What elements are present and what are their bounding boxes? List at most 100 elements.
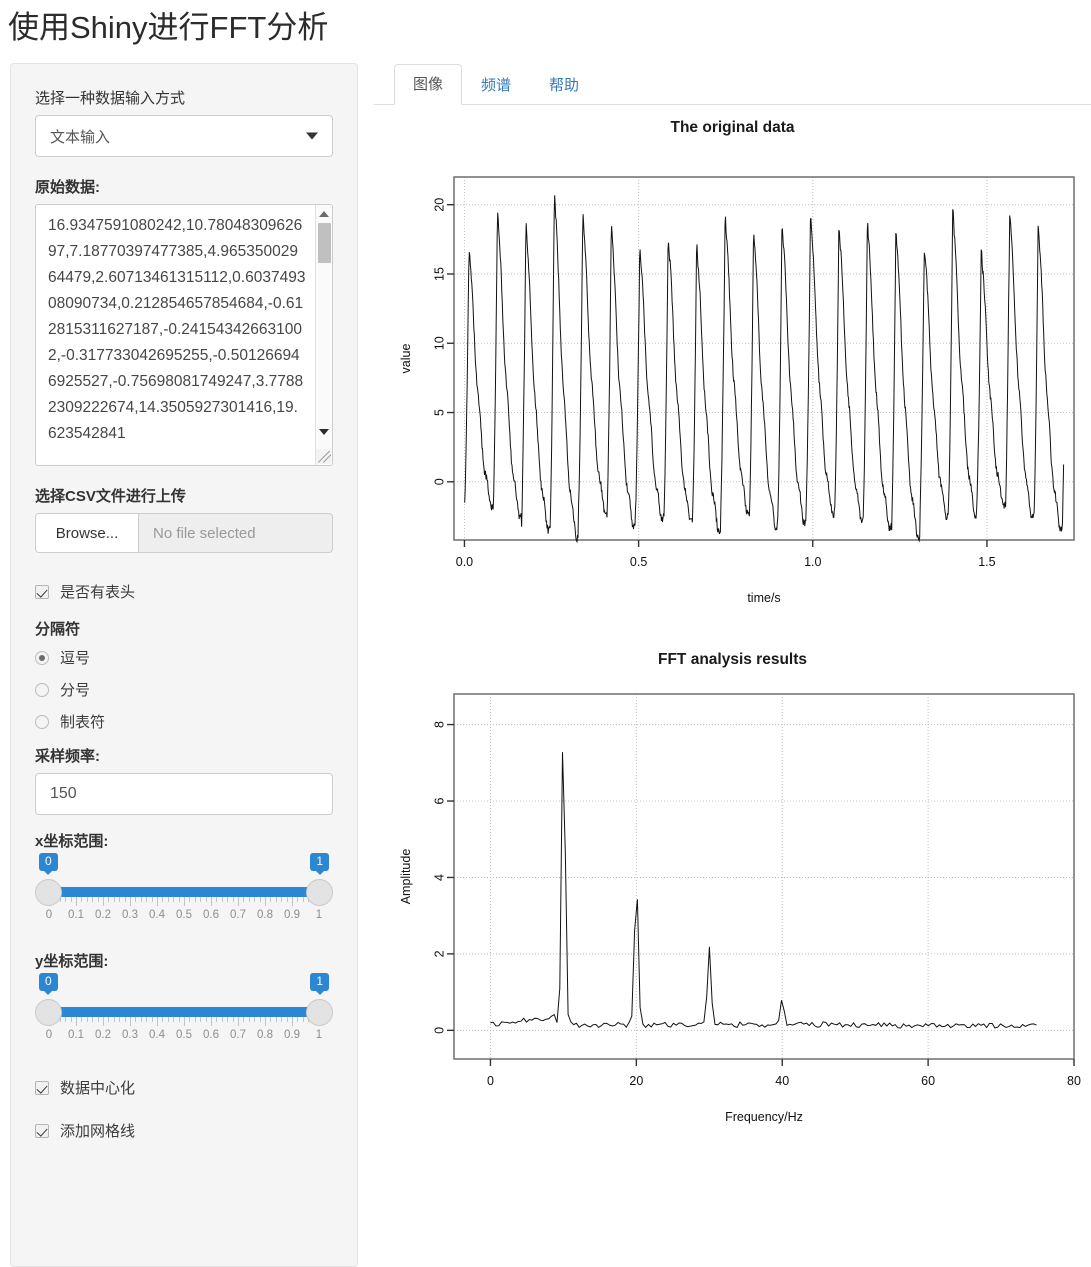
checkbox-icon[interactable] <box>35 1080 49 1095</box>
y-slider-handle-max[interactable] <box>306 999 333 1026</box>
radio-tab[interactable]: 制表符 <box>35 711 333 732</box>
slider-tick <box>259 1017 261 1022</box>
original-data-plot-canvas: 0 5 10 15 20 0.0 0.5 1.0 1.5 time/s value <box>399 176 1075 605</box>
original-data-plot-title: The original data <box>670 119 795 136</box>
slider-tick <box>135 897 137 902</box>
slider-tick <box>248 897 250 902</box>
center-data-checkbox[interactable]: 数据中心化 <box>35 1077 333 1098</box>
slider-tick <box>248 1017 250 1022</box>
slider-tick-label: 1 <box>315 1029 323 1041</box>
slider-tick <box>221 1017 223 1022</box>
svg-text:20: 20 <box>629 1074 643 1088</box>
scrollbar-thumb[interactable] <box>318 223 331 263</box>
tab-spectrum[interactable]: 频谱 <box>462 65 530 105</box>
y-slider-max-value: 1 <box>310 973 329 991</box>
csv-upload-label: 选择CSV文件进行上传 <box>35 488 186 505</box>
file-status-text: No file selected <box>153 524 256 542</box>
radio-comma[interactable]: 逗号 <box>35 647 333 668</box>
input-mode-value: 文本输入 <box>50 128 111 146</box>
x-slider-ticks <box>49 897 320 906</box>
input-mode-select[interactable]: 文本输入 <box>35 115 333 157</box>
radio-icon[interactable] <box>35 682 49 697</box>
svg-text:2: 2 <box>432 950 446 957</box>
app-root: 使用Shiny进行FFT分析 选择一种数据输入方式 文本输入 原始数据: 16.… <box>0 0 1091 1267</box>
slider-tick-label: 0.4 <box>149 1029 165 1041</box>
x-slider-handle-max[interactable] <box>306 879 333 906</box>
x-slider-rail[interactable] <box>49 887 319 897</box>
slider-tick <box>92 1017 94 1022</box>
x-slider-min-value: 0 <box>39 853 58 871</box>
slider-tick-label: 0.8 <box>257 1029 273 1041</box>
slider-tick <box>254 1017 256 1022</box>
slider-tick <box>297 897 299 902</box>
sample-rate-input[interactable]: 150 <box>35 773 333 815</box>
svg-text:0.0: 0.0 <box>456 555 473 569</box>
svg-text:6: 6 <box>432 797 446 804</box>
slider-tick <box>292 897 293 906</box>
sidebar-panel: 选择一种数据输入方式 文本输入 原始数据: 16.9347591080242,1… <box>10 63 358 1267</box>
slider-tick-label: 0.7 <box>230 909 246 921</box>
add-grid-checkbox[interactable]: 添加网格线 <box>35 1120 333 1141</box>
tab-help[interactable]: 帮助 <box>530 65 598 105</box>
slider-tick <box>205 1017 207 1022</box>
svg-text:40: 40 <box>775 1074 789 1088</box>
slider-tick <box>135 1017 137 1022</box>
slider-tick-label: 0.6 <box>203 909 219 921</box>
svg-text:20: 20 <box>432 198 446 212</box>
slider-tick <box>184 897 185 906</box>
slider-tick-label: 0.9 <box>284 1029 300 1041</box>
slider-tick <box>302 1017 304 1022</box>
x-range-slider[interactable]: 0 1 0 0.1 0.2 0.3 0.4 0.5 0.6 0.7 0.8 0.9 1 <box>35 853 333 931</box>
y-slider-handle-min[interactable] <box>35 999 62 1026</box>
slider-tick-label: 0 <box>45 1029 53 1041</box>
svg-text:value: value <box>399 344 413 374</box>
radio-semicolon[interactable]: 分号 <box>35 679 333 700</box>
center-data-label: 数据中心化 <box>60 1080 136 1097</box>
slider-tick <box>292 1017 293 1026</box>
radio-comma-label: 逗号 <box>60 650 91 667</box>
y-range-slider[interactable]: 0 1 0 0.1 0.2 0.3 0.4 0.5 0.6 0.7 0.8 0.9 1 <box>35 973 333 1051</box>
header-checkbox[interactable]: 是否有表头 <box>35 581 333 602</box>
raw-data-value: 16.9347591080242,10.7804830962697,7.1877… <box>48 217 306 442</box>
slider-tick <box>238 897 239 906</box>
y-slider-rail[interactable] <box>49 1007 319 1017</box>
slider-tick <box>113 1017 115 1022</box>
slider-tick <box>81 1017 83 1022</box>
radio-icon[interactable] <box>35 650 49 665</box>
checkbox-icon[interactable] <box>35 584 49 599</box>
slider-tick <box>92 897 94 902</box>
textarea-scrollbar[interactable] <box>315 205 332 465</box>
slider-tick <box>286 1017 288 1022</box>
slider-tick <box>81 897 83 902</box>
slider-tick <box>211 897 212 906</box>
slider-tick <box>124 1017 126 1022</box>
slider-tick <box>232 1017 234 1022</box>
checkbox-icon[interactable] <box>35 1123 49 1138</box>
slider-tick-label: 0.2 <box>95 1029 111 1041</box>
tab-images[interactable]: 图像 <box>394 64 463 105</box>
browse-button[interactable]: Browse... <box>36 514 139 552</box>
slider-tick <box>76 1017 77 1026</box>
textarea-resize-handle[interactable] <box>316 449 331 464</box>
radio-icon[interactable] <box>35 714 49 729</box>
slider-tick <box>302 897 304 902</box>
slider-tick <box>167 897 169 902</box>
fft-plot-canvas: 024680 20 40 60 80Frequency/HzAmplitude <box>399 693 1081 1124</box>
slider-tick <box>65 1017 67 1022</box>
svg-text:0: 0 <box>432 1027 446 1034</box>
slider-tick-label: 0.8 <box>257 909 273 921</box>
raw-data-textarea[interactable]: 16.9347591080242,10.7804830962697,7.1877… <box>35 204 333 466</box>
slider-tick <box>189 897 191 902</box>
csv-file-input[interactable]: Browse... No file selected <box>35 513 333 553</box>
svg-text:1.0: 1.0 <box>804 555 821 569</box>
slider-tick-label: 0 <box>45 909 53 921</box>
scroll-up-arrow-icon[interactable] <box>319 211 329 217</box>
svg-text:Frequency/Hz: Frequency/Hz <box>725 1110 803 1124</box>
svg-text:8: 8 <box>432 721 446 728</box>
slider-tick <box>97 1017 99 1022</box>
scroll-down-arrow-icon[interactable] <box>319 429 329 435</box>
x-slider-handle-min[interactable] <box>35 879 62 906</box>
slider-tick <box>124 897 126 902</box>
slider-tick <box>205 897 207 902</box>
slider-tick <box>178 1017 180 1022</box>
